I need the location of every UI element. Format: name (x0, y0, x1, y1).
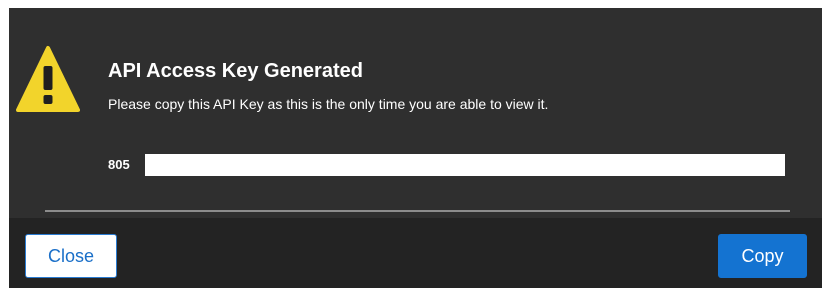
dialog-footer: Close Copy (9, 218, 822, 288)
warning-triangle-icon (16, 46, 80, 112)
copy-button[interactable]: Copy (718, 234, 807, 278)
close-button[interactable]: Close (25, 234, 117, 278)
dialog-title: API Access Key Generated (108, 60, 363, 82)
api-key-dialog: API Access Key Generated Please copy thi… (9, 8, 822, 288)
api-key-prefix: 805 (108, 157, 130, 172)
dialog-message: Please copy this API Key as this is the … (108, 96, 549, 112)
divider (45, 210, 790, 212)
api-key-redaction (145, 154, 785, 176)
